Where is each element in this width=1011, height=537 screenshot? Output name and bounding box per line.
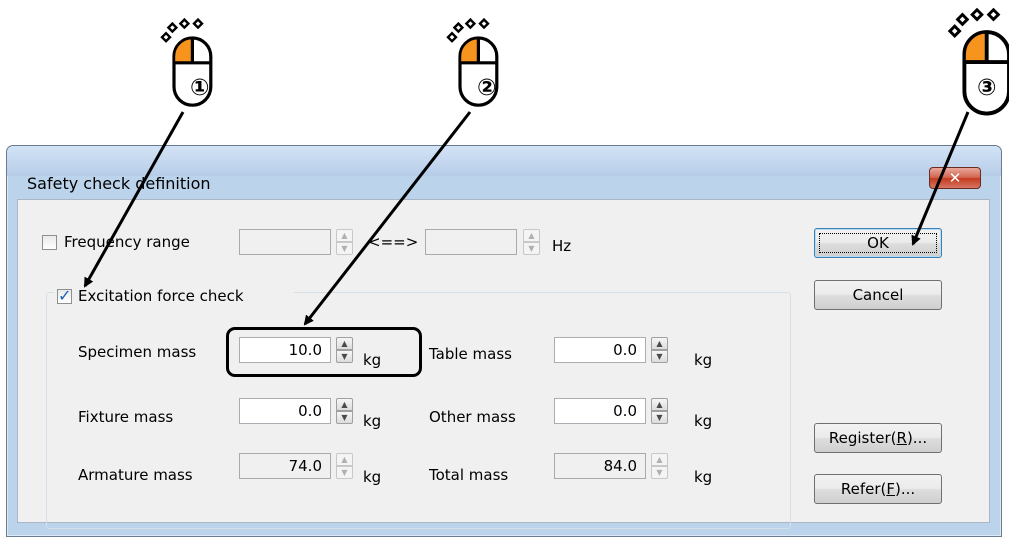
arrow-to-excitation-checkbox [83,111,185,288]
arrow-to-ok-button [911,111,970,246]
arrow-to-specimen-mass [303,111,472,326]
callout-arrows [83,111,970,326]
